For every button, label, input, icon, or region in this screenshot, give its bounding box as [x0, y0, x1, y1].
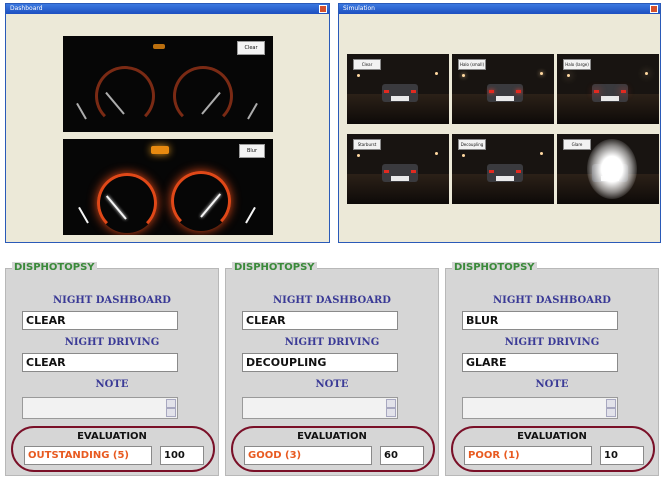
panel-title: DISPHOTOPSY	[232, 262, 317, 273]
night-dashboard-field[interactable]: CLEAR	[242, 311, 398, 330]
thumb-label: Clear	[353, 59, 381, 70]
note-field[interactable]	[242, 397, 398, 419]
night-driving-field[interactable]: GLARE	[462, 353, 618, 372]
tachometer-gauge-icon	[171, 171, 231, 231]
driving-window-titlebar[interactable]: Simulation	[339, 4, 660, 14]
tachometer-gauge-icon	[173, 66, 233, 126]
license-plate-icon	[391, 176, 409, 181]
dashboard-window-title: Dashboard	[10, 5, 43, 12]
warning-light-icon	[151, 146, 169, 154]
note-field[interactable]	[462, 397, 618, 419]
night-dashboard-label: NIGHT DASHBOARD	[493, 295, 611, 306]
thumb-label: Starburst	[353, 139, 381, 150]
spin-up-icon[interactable]	[606, 399, 616, 408]
license-plate-icon	[391, 96, 409, 101]
license-plate-icon	[496, 176, 514, 181]
evaluation-highlight-oval	[451, 426, 655, 472]
evaluation-highlight-oval	[11, 426, 215, 472]
spin-down-icon[interactable]	[386, 408, 396, 417]
night-dashboard-label: NIGHT DASHBOARD	[53, 295, 171, 306]
temp-needle-icon	[245, 206, 256, 224]
blur-button[interactable]: Blur	[239, 144, 265, 158]
driving-window-title: Simulation	[343, 5, 375, 12]
thumb-label: Halo (large)	[563, 59, 591, 70]
thumb-label: Glare	[563, 139, 591, 150]
driving-thumb-halo-large[interactable]: Halo (large)	[557, 54, 659, 124]
driving-thumb-starburst[interactable]: Starburst	[347, 134, 449, 204]
glare-icon	[587, 139, 637, 199]
night-driving-label: NIGHT DRIVING	[284, 337, 380, 348]
close-icon[interactable]	[650, 5, 658, 13]
note-label: NOTE	[315, 379, 349, 390]
night-driving-label: NIGHT DRIVING	[504, 337, 600, 348]
evaluation-highlight-oval	[231, 426, 435, 472]
license-plate-icon	[496, 96, 514, 101]
note-label: NOTE	[95, 379, 129, 390]
driving-thumb-decoupling[interactable]: Decoupling	[452, 134, 554, 204]
panel-title: DISPHOTOPSY	[12, 262, 97, 273]
warning-light-icon	[153, 44, 165, 49]
thumb-label: Halo (small)	[458, 59, 486, 70]
note-label: NOTE	[535, 379, 569, 390]
speedometer-gauge-icon	[97, 173, 157, 233]
driving-thumb-halo-small[interactable]: Halo (small)	[452, 54, 554, 124]
spin-up-icon[interactable]	[166, 399, 176, 408]
spin-down-icon[interactable]	[606, 408, 616, 417]
clear-button[interactable]: Clear	[237, 41, 265, 55]
note-field[interactable]	[22, 397, 178, 419]
fuel-needle-icon	[78, 206, 89, 224]
night-driving-label: NIGHT DRIVING	[64, 337, 160, 348]
disphotopsy-panel-3: DISPHOTOPSY NIGHT DASHBOARD BLUR NIGHT D…	[445, 262, 659, 476]
night-driving-field[interactable]: DECOUPLING	[242, 353, 398, 372]
night-dashboard-field[interactable]: BLUR	[462, 311, 618, 330]
speedometer-gauge-icon	[95, 66, 155, 126]
dashboard-window-titlebar[interactable]: Dashboard	[6, 4, 329, 14]
disphotopsy-panel-2: DISPHOTOPSY NIGHT DASHBOARD CLEAR NIGHT …	[225, 262, 439, 476]
thumb-label: Decoupling	[458, 139, 486, 150]
driving-thumb-glare[interactable]: Glare	[557, 134, 659, 204]
spin-up-icon[interactable]	[386, 399, 396, 408]
fuel-needle-icon	[76, 102, 87, 120]
close-icon[interactable]	[319, 5, 327, 13]
driving-thumb-clear[interactable]: Clear	[347, 54, 449, 124]
dashboard-window: Dashboard Clear Blur	[5, 3, 330, 243]
night-dashboard-label: NIGHT DASHBOARD	[273, 295, 391, 306]
night-driving-field[interactable]: CLEAR	[22, 353, 178, 372]
temp-needle-icon	[247, 102, 258, 120]
panel-title: DISPHOTOPSY	[452, 262, 537, 273]
license-plate-icon	[601, 96, 619, 101]
driving-window: Simulation Clear Halo (small) Halo (larg…	[338, 3, 661, 243]
night-dashboard-field[interactable]: CLEAR	[22, 311, 178, 330]
spin-down-icon[interactable]	[166, 408, 176, 417]
disphotopsy-panel-1: DISPHOTOPSY NIGHT DASHBOARD CLEAR NIGHT …	[5, 262, 219, 476]
